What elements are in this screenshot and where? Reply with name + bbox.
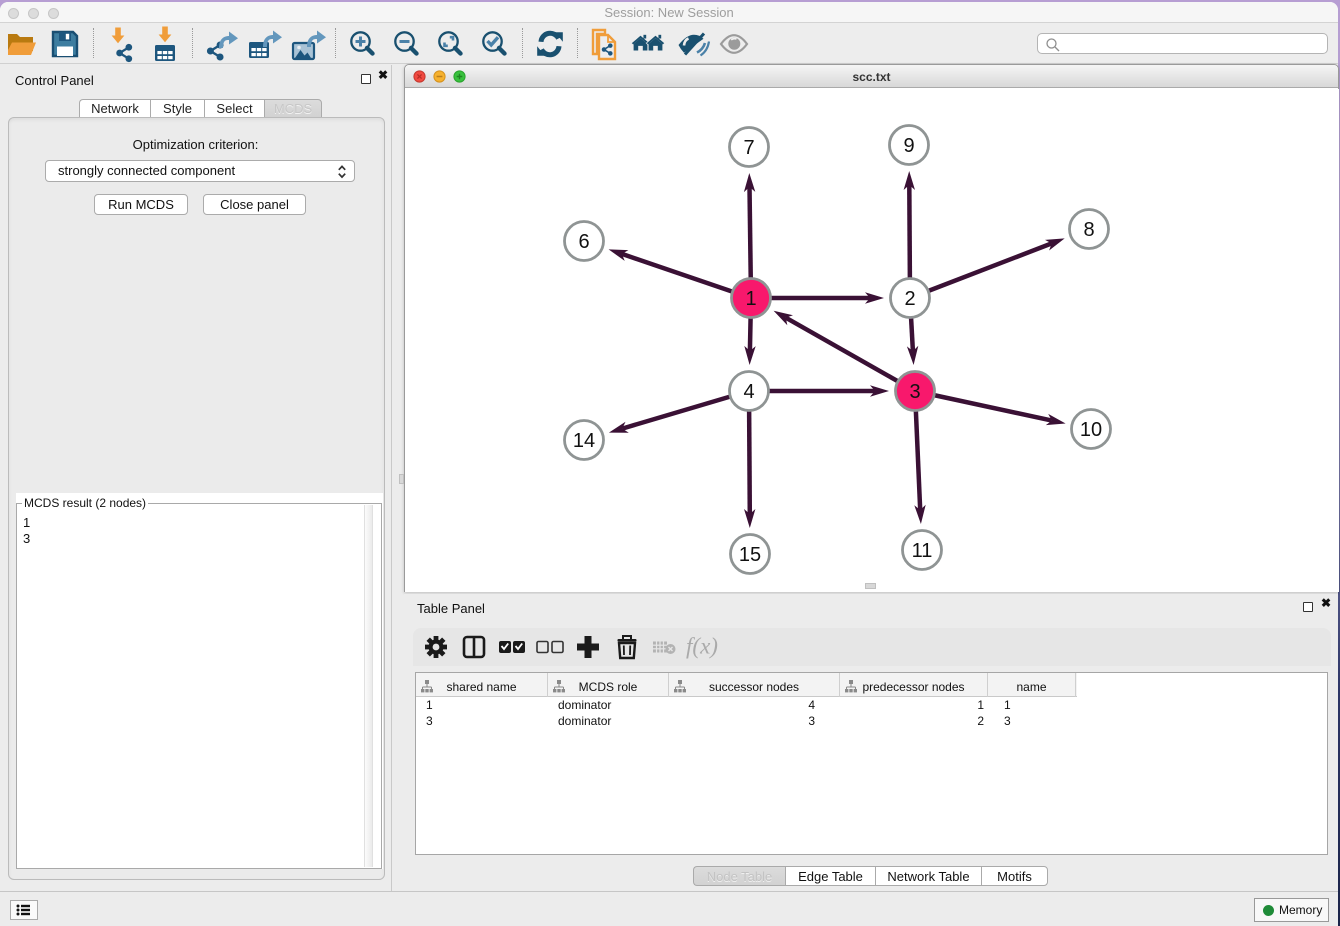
svg-text:3: 3	[909, 381, 920, 403]
svg-text:8: 8	[1083, 219, 1094, 241]
svg-text:7: 7	[743, 137, 754, 159]
svg-text:10: 10	[1080, 419, 1102, 441]
svg-text:2: 2	[904, 288, 915, 310]
svg-text:15: 15	[739, 544, 761, 566]
svg-text:f(x): f(x)	[686, 634, 718, 659]
svg-text:6: 6	[578, 231, 589, 253]
svg-text:4: 4	[743, 381, 754, 403]
svg-text:1: 1	[745, 288, 756, 310]
svg-text:14: 14	[573, 430, 595, 452]
svg-text:9: 9	[903, 135, 914, 157]
svg-text:11: 11	[912, 540, 933, 562]
